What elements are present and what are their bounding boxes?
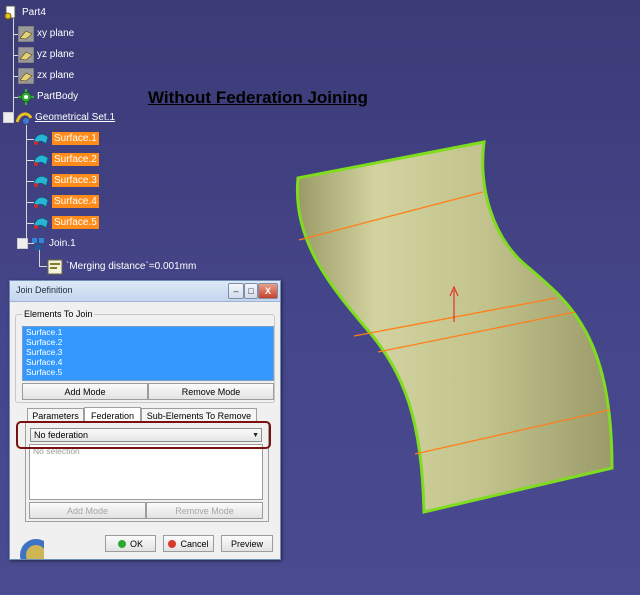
tree-node-label: Part4 (22, 7, 46, 18)
parameter-icon (47, 259, 63, 274)
remove-mode-button[interactable]: Remove Mode (148, 383, 274, 400)
surface-icon (33, 133, 49, 146)
tree-node-label: yz plane (37, 49, 75, 60)
part-icon (4, 5, 16, 19)
elements-to-join-group: Elements To Join Surface.1 Surface.2 Sur… (15, 309, 275, 403)
tree-node-geometrical-set[interactable]: Geometrical Set.1 (3, 109, 115, 126)
surface-icon (33, 217, 49, 230)
catia-logo-icon (20, 539, 44, 559)
tree-node-partbody[interactable]: PartBody (18, 88, 78, 105)
add-mode-button-disabled: Add Mode (29, 502, 146, 519)
tree-node-parameter[interactable]: `Merging distance`=0.001mm (47, 258, 196, 275)
tree-node-surface[interactable]: Surface.1 (33, 130, 99, 147)
ok-label: OK (129, 538, 143, 549)
tree-node-label: Join.1 (49, 238, 76, 249)
tree-node-surface[interactable]: Surface.3 (33, 172, 99, 189)
join-definition-dialog[interactable]: Join Definition – □ X Elements To Join S… (9, 280, 281, 560)
tree-node-label: Surface.5 (52, 216, 99, 229)
cancel-label: Cancel (180, 538, 209, 549)
tree-node-label: `Merging distance`=0.001mm (66, 261, 197, 272)
gear-icon (18, 88, 34, 105)
dialog-titlebar[interactable]: Join Definition – □ X (10, 281, 280, 302)
tree-node-label: Surface.1 (52, 132, 99, 145)
list-item[interactable]: Surface.5 (23, 367, 273, 377)
preview-button[interactable]: Preview (221, 535, 273, 552)
cancel-button[interactable]: Cancel (163, 535, 214, 552)
geometrical-set-icon (16, 111, 32, 124)
tree-node-join[interactable]: Join.1 (17, 235, 76, 252)
expand-toggle-icon[interactable] (17, 238, 28, 249)
tree-connector (13, 17, 14, 117)
tree-connector (26, 125, 27, 243)
federation-callout-box (16, 421, 271, 449)
dialog-title: Join Definition (16, 285, 73, 295)
remove-mode-button-disabled: Remove Mode (146, 502, 263, 519)
tree-node-label: zx plane (37, 70, 75, 81)
plane-icon (18, 67, 34, 84)
add-mode-button[interactable]: Add Mode (22, 383, 148, 400)
tree-node-plane[interactable]: yz plane (18, 46, 74, 63)
surface-icon (33, 154, 49, 167)
federation-selection-list[interactable]: No selection (29, 444, 263, 500)
plane-icon (18, 25, 34, 42)
list-item[interactable]: Surface.4 (23, 357, 273, 367)
minimize-button[interactable]: – (228, 283, 244, 299)
tree-node-surface[interactable]: Surface.2 (33, 151, 99, 168)
cancel-icon (168, 539, 177, 548)
tree-node-label: Surface.2 (52, 153, 99, 166)
plane-icon (18, 46, 34, 63)
tree-node-label: Surface.4 (52, 195, 99, 208)
maximize-button[interactable]: □ (244, 283, 258, 299)
tree-node-plane[interactable]: xy plane (18, 25, 74, 42)
tree-node-surface[interactable]: Surface.4 (33, 193, 99, 210)
join-icon (32, 237, 44, 250)
tree-node-part[interactable]: Part4 (3, 4, 46, 21)
tree-connector (39, 250, 40, 266)
elements-list[interactable]: Surface.1 Surface.2 Surface.3 Surface.4 … (22, 326, 274, 381)
close-button[interactable]: X (258, 283, 278, 299)
ok-button[interactable]: OK (105, 535, 156, 552)
tree-connector (39, 266, 47, 267)
ok-icon (117, 539, 126, 548)
tree-node-surface[interactable]: Surface.5 (33, 214, 99, 231)
expand-toggle-icon[interactable] (3, 112, 14, 123)
list-item[interactable]: Surface.3 (23, 347, 273, 357)
tree-node-plane[interactable]: zx plane (18, 67, 74, 84)
tree-node-label: PartBody (37, 91, 79, 102)
surface-icon (33, 196, 49, 209)
surface-icon (33, 175, 49, 188)
tree-node-label: xy plane (37, 28, 75, 39)
list-item[interactable]: Surface.2 (23, 337, 273, 347)
list-item[interactable]: Surface.1 (23, 327, 273, 337)
group-label: Elements To Join (22, 309, 95, 319)
annotation-title: Without Federation Joining (148, 88, 368, 107)
tree-node-label: Geometrical Set.1 (35, 112, 116, 123)
tree-node-label: Surface.3 (52, 174, 99, 187)
